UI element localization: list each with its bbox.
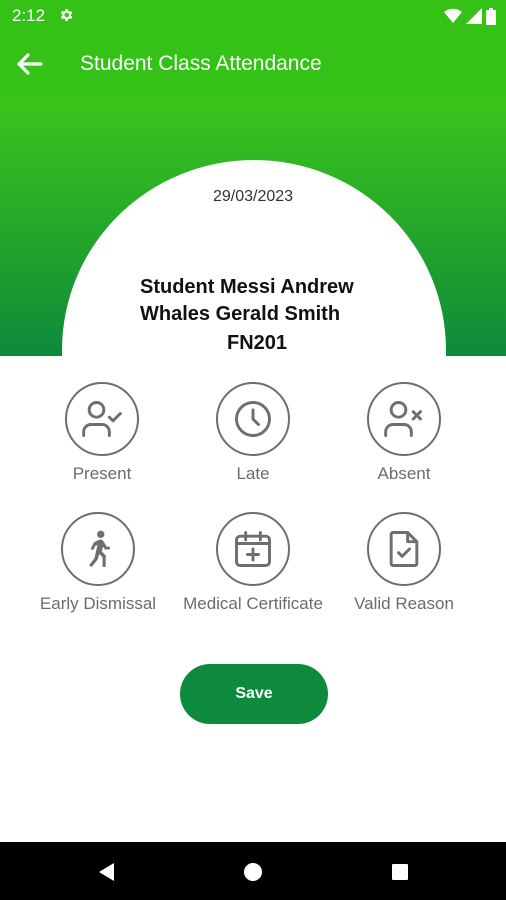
valid-reason-label: Valid Reason xyxy=(354,594,454,613)
student-name: Student Messi Andrew Whales Gerald Smith xyxy=(140,276,354,325)
absent-label: Absent xyxy=(377,464,431,483)
status-indicators xyxy=(444,7,496,25)
settings-gear-icon xyxy=(61,9,73,21)
arrow-left-icon xyxy=(17,53,43,75)
back-button[interactable] xyxy=(10,45,48,83)
status-bar: 2:12 xyxy=(0,0,506,32)
late-label: Late xyxy=(236,464,270,483)
page-title: Student Class Attendance xyxy=(80,52,322,75)
late-option[interactable]: Late xyxy=(173,382,333,484)
medical-certificate-label: Medical Certificate xyxy=(183,594,323,613)
system-navigation-bar xyxy=(0,842,506,900)
save-button[interactable]: Save xyxy=(180,664,328,724)
attendance-date: 29/03/2023 xyxy=(212,188,294,205)
wifi-icon xyxy=(444,8,462,23)
clock-icon xyxy=(235,401,271,437)
valid-reason-option[interactable]: Valid Reason xyxy=(324,512,484,614)
early-dismissal-label: Early Dismissal xyxy=(39,594,157,613)
absent-option[interactable]: Absent xyxy=(324,382,484,484)
app-bar: Student Class Attendance xyxy=(0,32,506,96)
early-dismissal-option[interactable]: Early Dismissal xyxy=(18,512,178,614)
present-label: Present xyxy=(72,464,132,483)
medical-certificate-option[interactable]: Medical Certificate xyxy=(173,512,333,614)
present-button[interactable] xyxy=(65,382,139,456)
nav-recents-icon[interactable] xyxy=(389,861,411,883)
walking-person-icon xyxy=(89,530,110,568)
early-dismissal-button[interactable] xyxy=(61,512,135,586)
valid-reason-button[interactable] xyxy=(367,512,441,586)
present-option[interactable]: Present xyxy=(22,382,182,484)
nav-back-icon[interactable] xyxy=(96,861,118,883)
nav-home-icon[interactable] xyxy=(242,861,264,883)
calendar-plus-icon xyxy=(235,531,271,567)
medical-certificate-button[interactable] xyxy=(216,512,290,586)
battery-icon xyxy=(486,7,496,25)
cellular-signal-icon xyxy=(466,8,482,24)
absent-button[interactable] xyxy=(367,382,441,456)
late-button[interactable] xyxy=(216,382,290,456)
class-code: FN201 xyxy=(226,332,288,354)
status-time: 2:12 xyxy=(12,6,46,25)
person-check-icon xyxy=(82,401,122,437)
document-check-icon xyxy=(389,531,419,567)
person-x-icon xyxy=(384,401,422,437)
